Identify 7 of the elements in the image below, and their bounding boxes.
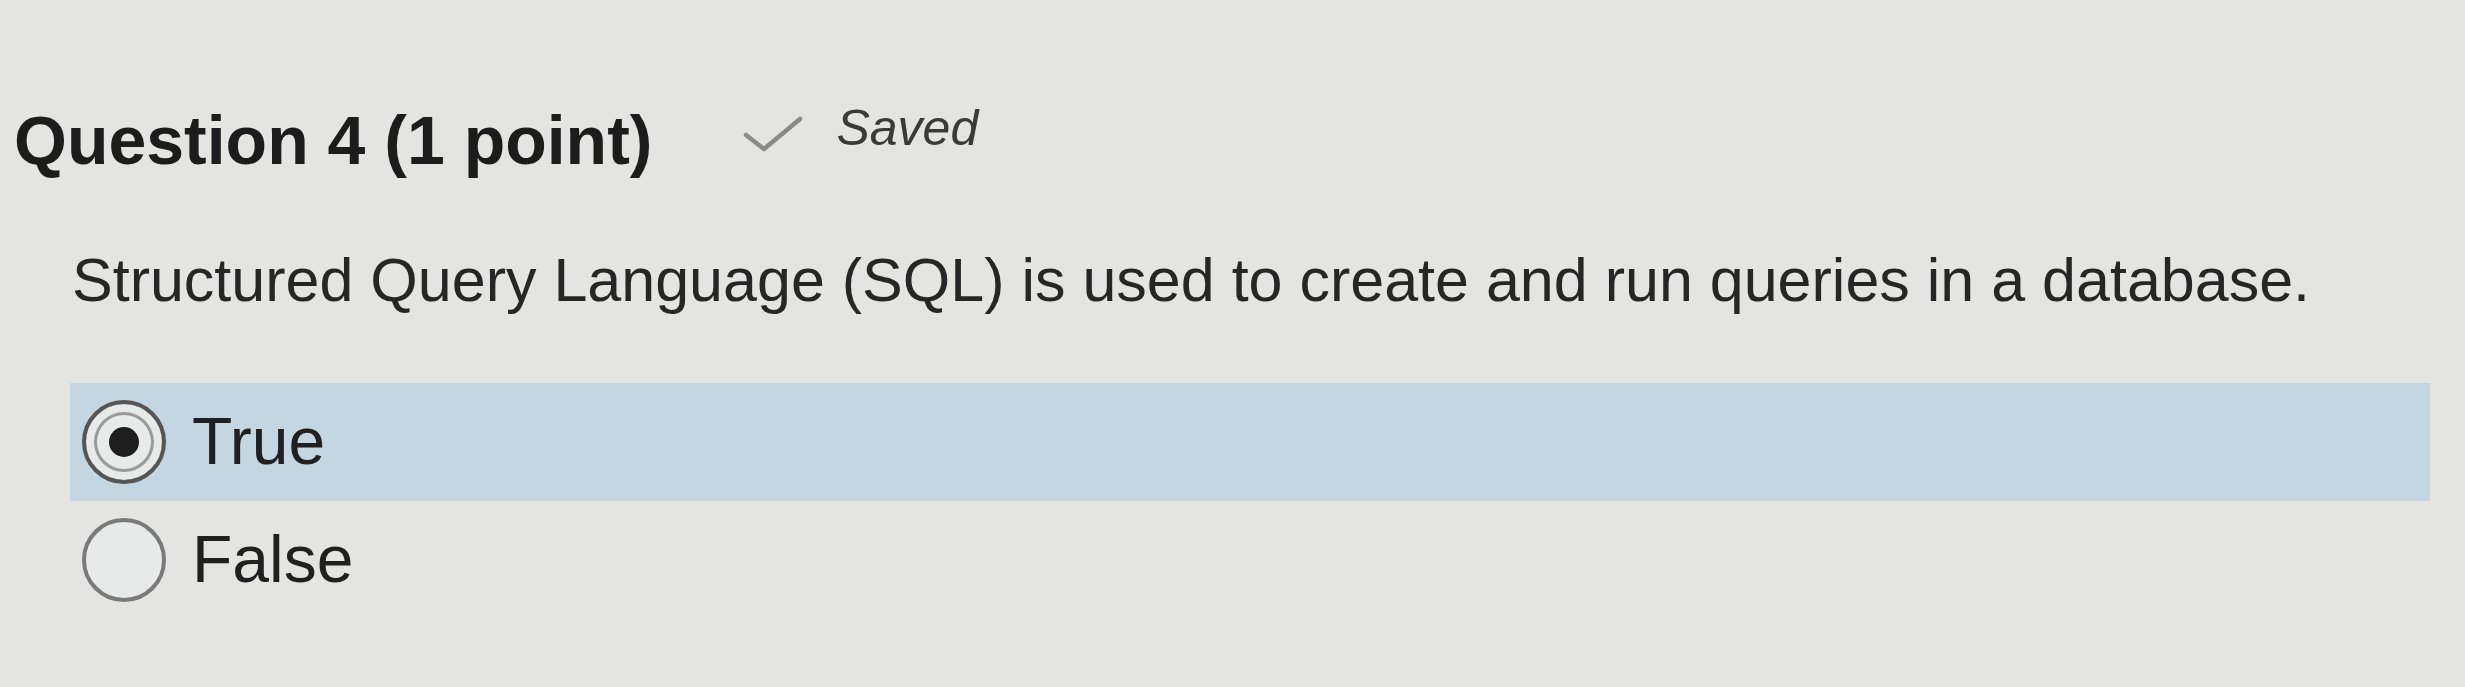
- option-label[interactable]: True: [192, 403, 326, 480]
- option-label[interactable]: False: [192, 521, 354, 598]
- save-status: Saved: [836, 98, 979, 157]
- question-title: Question 4 (1 point): [14, 101, 653, 180]
- answer-option[interactable]: True: [70, 382, 2430, 501]
- question-text: Structured Query Language (SQL) is used to create and run queries in a database.: [72, 244, 2311, 316]
- checkmark-icon: [742, 115, 805, 152]
